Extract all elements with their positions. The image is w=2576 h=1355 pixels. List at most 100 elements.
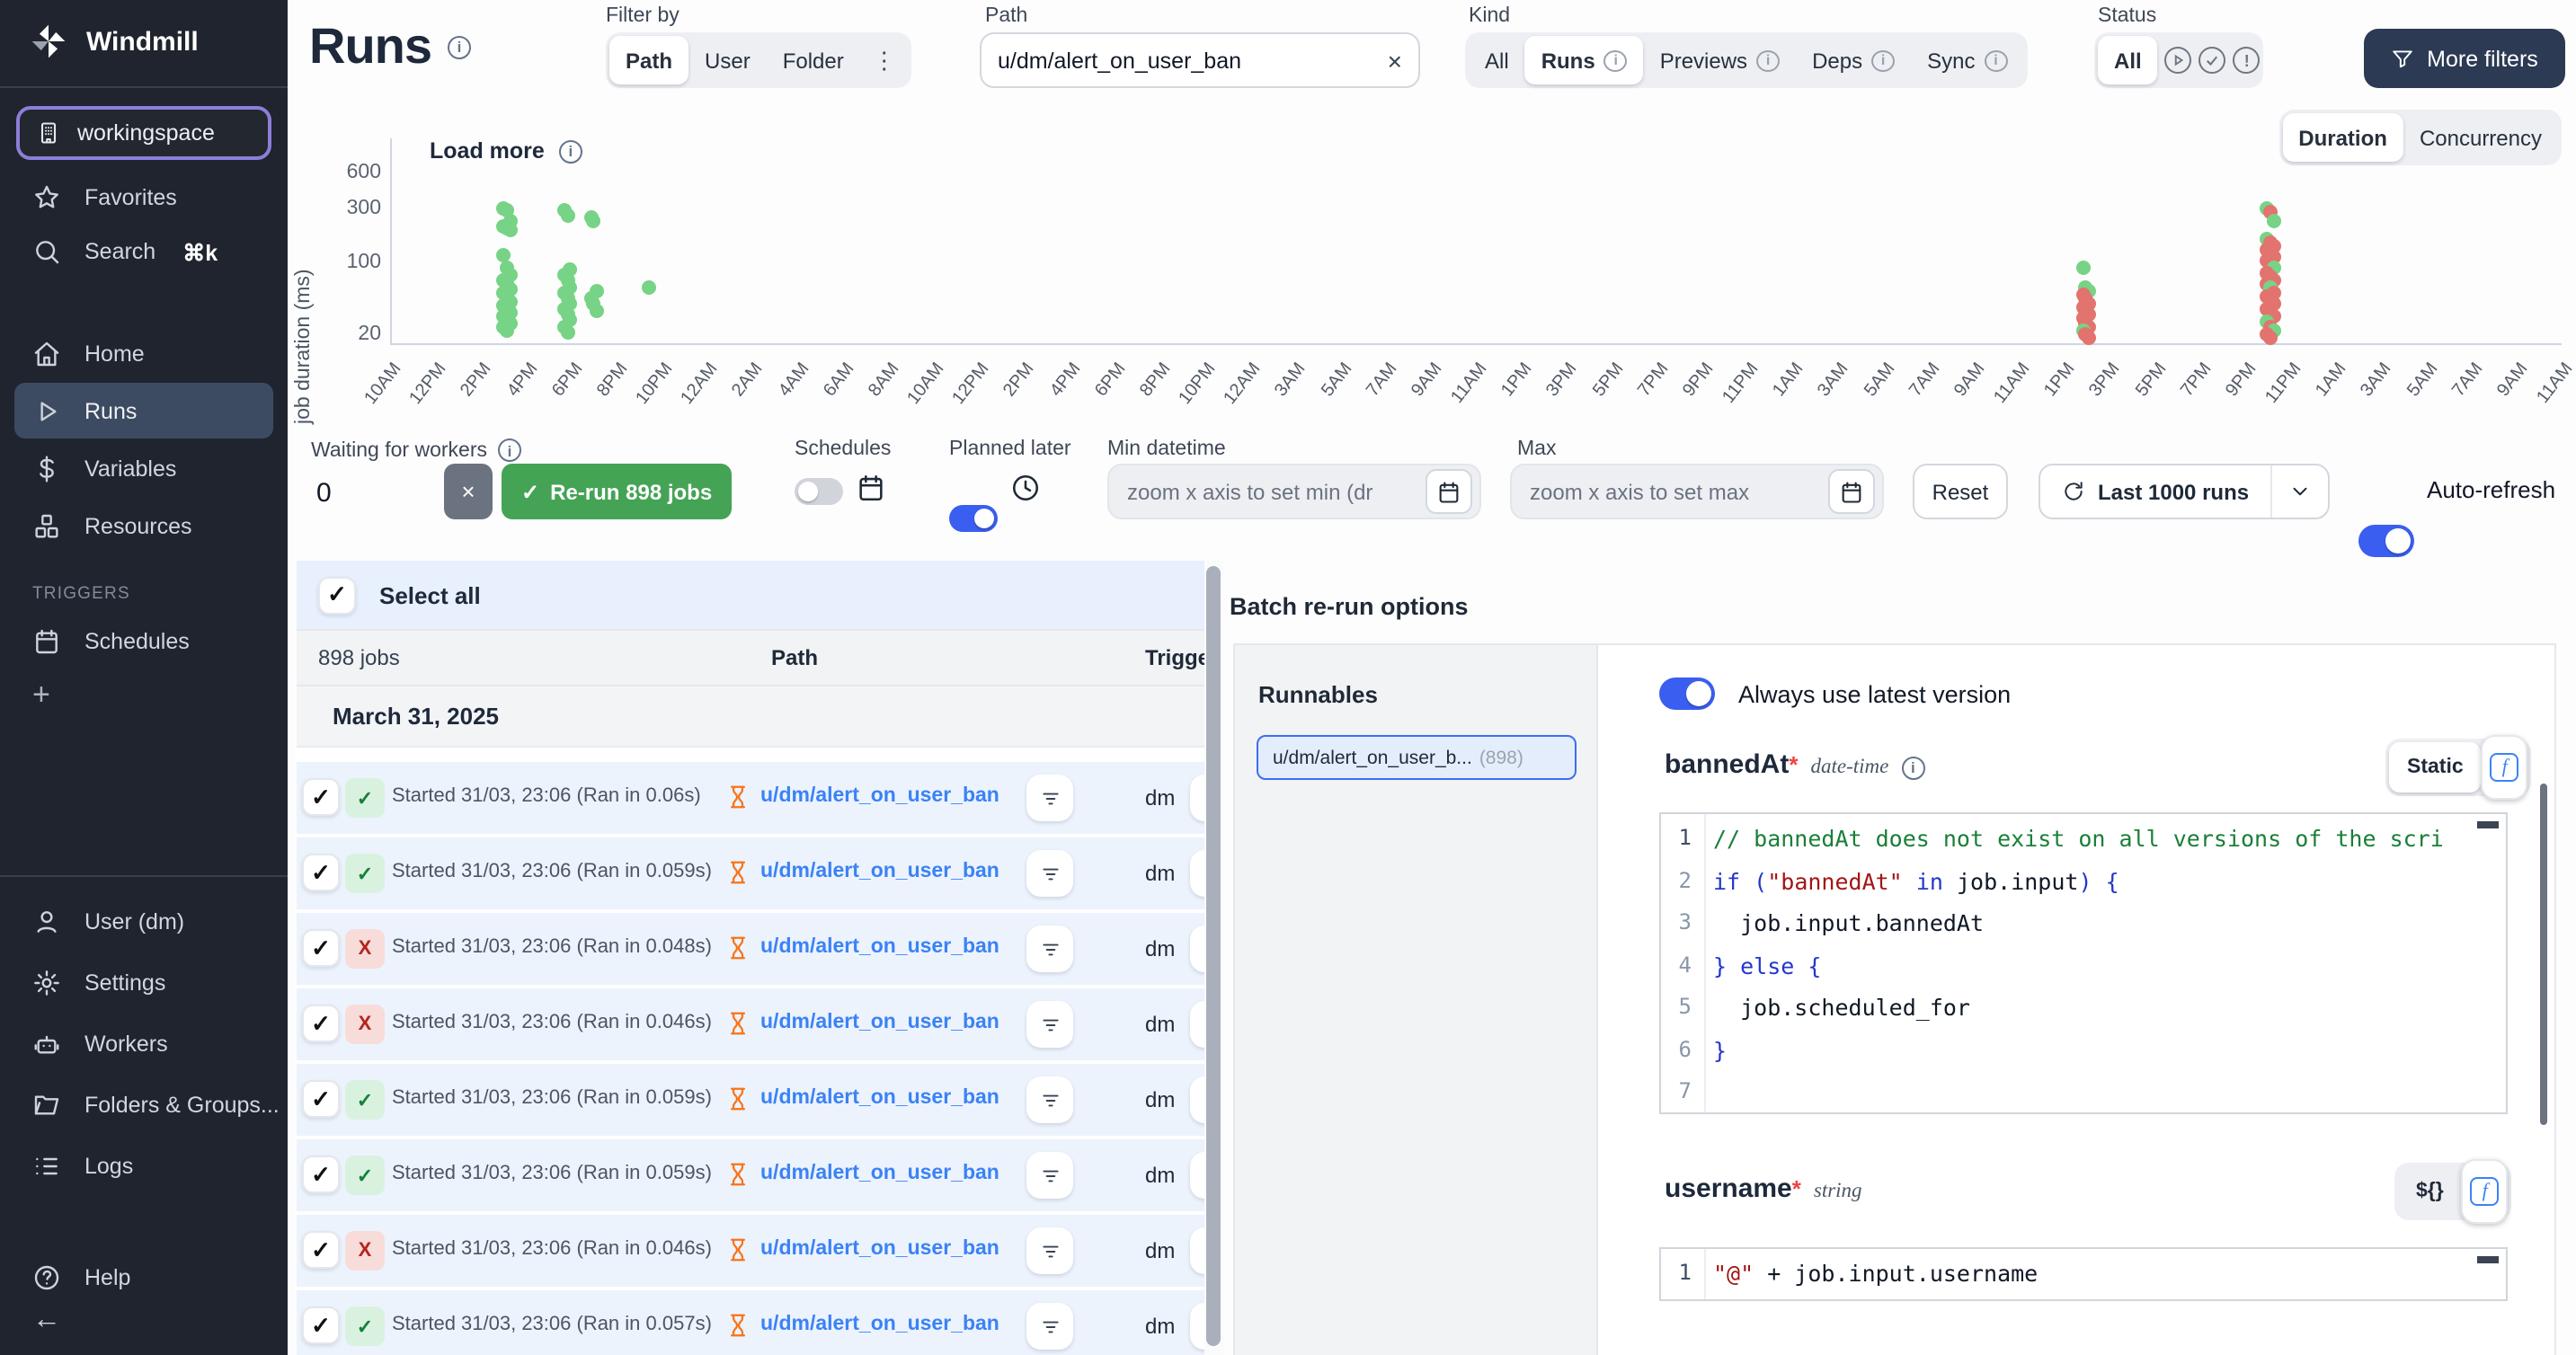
run-dot-success[interactable] <box>590 303 604 317</box>
row-checkbox[interactable]: ✓ <box>302 1080 340 1118</box>
run-dot-success[interactable] <box>2266 213 2280 227</box>
row-checkbox[interactable]: ✓ <box>302 778 340 816</box>
sidebar-item-runs[interactable]: Runs <box>14 383 273 438</box>
job-path-link[interactable]: u/dm/alert_on_user_ban <box>760 1087 999 1109</box>
job-path-link[interactable]: u/dm/alert_on_user_ban <box>760 1012 999 1033</box>
filter-by-more-icon[interactable]: ⋮ <box>860 46 909 75</box>
job-row[interactable]: ✓XStarted 31/03, 23:06 (Ran in 0.046s)u/… <box>297 988 1204 1060</box>
kind-deps-tab[interactable]: Deps <box>1796 36 1911 84</box>
filter-by-path-tab[interactable]: Path <box>609 36 688 84</box>
status-success-icon[interactable] <box>2199 47 2226 74</box>
filter-by-folder-tab[interactable]: Folder <box>767 36 860 84</box>
clear-path-icon[interactable]: × <box>1388 46 1402 75</box>
run-dot-success[interactable] <box>500 323 514 337</box>
sidebar-item-settings[interactable]: Settings <box>0 952 288 1014</box>
job-action-pill[interactable] <box>1190 1303 1204 1350</box>
planned-later-clock-icon[interactable] <box>1010 473 1041 503</box>
bannedat-code-editor[interactable]: 1234567 // bannedAt does not exist on al… <box>1659 812 2508 1114</box>
sidebar-item-logs[interactable]: Logs <box>0 1136 288 1197</box>
min-datetime-calendar-button[interactable] <box>1426 469 1472 514</box>
run-dot-failure[interactable] <box>2082 331 2096 345</box>
username-code-editor[interactable]: 1 "@" + job.input.username <box>1659 1247 2508 1301</box>
sidebar-item-favorites[interactable]: Favorites <box>0 171 288 225</box>
row-checkbox[interactable]: ✓ <box>302 1306 340 1344</box>
sidebar-item-search[interactable]: Search ⌘k <box>0 225 288 279</box>
cancel-selection-button[interactable]: × <box>444 464 493 519</box>
job-path-link[interactable]: u/dm/alert_on_user_ban <box>760 936 999 958</box>
more-filters-button[interactable]: More filters <box>2364 29 2565 88</box>
reset-button[interactable]: Reset <box>1913 464 2008 519</box>
job-action-pill[interactable] <box>1190 1227 1204 1274</box>
run-dot-failure[interactable] <box>2263 331 2278 345</box>
min-datetime-input[interactable]: zoom x axis to set min (dr <box>1107 464 1481 519</box>
kind-sync-tab[interactable]: Sync <box>1911 36 2023 84</box>
select-all-checkbox[interactable]: ✓ <box>318 576 356 614</box>
sidebar-item-folders-groups[interactable]: Folders & Groups... <box>0 1075 288 1136</box>
sidebar-item-workers[interactable]: Workers <box>0 1014 288 1075</box>
status-all-tab[interactable]: All <box>2098 36 2158 84</box>
schedules-calendar-icon[interactable] <box>856 473 886 503</box>
job-filter-button[interactable] <box>1026 925 1073 972</box>
max-datetime-input[interactable]: zoom x axis to set max <box>1510 464 1884 519</box>
job-path-link[interactable]: u/dm/alert_on_user_ban <box>760 785 999 807</box>
job-path-link[interactable]: u/dm/alert_on_user_ban <box>760 1314 999 1335</box>
job-row[interactable]: ✓XStarted 31/03, 23:06 (Ran in 0.046s)u/… <box>297 1215 1204 1287</box>
max-datetime-calendar-button[interactable] <box>1828 469 1875 514</box>
job-filter-button[interactable] <box>1026 1227 1073 1274</box>
job-action-pill[interactable] <box>1190 925 1204 972</box>
filter-by-user-tab[interactable]: User <box>688 36 767 84</box>
job-path-link[interactable]: u/dm/alert_on_user_ban <box>760 1163 999 1184</box>
status-failure-icon[interactable] <box>2234 47 2261 74</box>
job-action-pill[interactable] <box>1190 775 1204 821</box>
kind-sync-info-icon[interactable] <box>1984 49 2007 71</box>
job-path-link[interactable]: u/dm/alert_on_user_ban <box>760 1238 999 1260</box>
runnable-item[interactable]: u/dm/alert_on_user_b... (898) <box>1257 735 1577 780</box>
status-running-icon[interactable] <box>2165 47 2192 74</box>
run-dot-success[interactable] <box>502 224 517 238</box>
editor-code[interactable]: "@" + job.input.username <box>1704 1249 2506 1299</box>
chart-plot-area[interactable] <box>390 138 2562 345</box>
planned-later-toggle[interactable] <box>949 505 998 532</box>
editor-code[interactable]: // bannedAt does not exist on all versio… <box>1704 814 2506 1112</box>
run-dot-success[interactable] <box>643 281 657 296</box>
workspace-selector[interactable]: workingspace <box>16 106 271 160</box>
bannedat-info-icon[interactable] <box>1901 756 1924 779</box>
sidebar-item-home[interactable]: Home <box>0 325 288 381</box>
job-row[interactable]: ✓XStarted 31/03, 23:06 (Ran in 0.048s)u/… <box>297 913 1204 985</box>
job-row[interactable]: ✓✓Started 31/03, 23:06 (Ran in 0.059s)u/… <box>297 837 1204 909</box>
waiting-workers-info-icon[interactable] <box>498 438 521 462</box>
job-action-pill[interactable] <box>1190 1076 1204 1123</box>
username-template-button[interactable]: ${} <box>2398 1166 2462 1217</box>
auto-refresh-toggle[interactable] <box>2358 525 2414 557</box>
runs-info-icon[interactable] <box>448 35 471 58</box>
sidebar-item-help[interactable]: Help <box>0 1251 288 1305</box>
kind-all-tab[interactable]: All <box>1469 36 1525 84</box>
run-dot-success[interactable] <box>561 208 575 223</box>
kind-deps-info-icon[interactable] <box>1871 49 1895 71</box>
job-row[interactable]: ✓✓Started 31/03, 23:06 (Ran in 0.06s)u/d… <box>297 762 1204 834</box>
always-latest-toggle[interactable] <box>1659 678 1715 710</box>
job-path-link[interactable]: u/dm/alert_on_user_ban <box>760 861 999 882</box>
row-checkbox[interactable]: ✓ <box>302 1156 340 1193</box>
run-dot-success[interactable] <box>587 214 601 228</box>
username-javascript-button[interactable]: f <box>2462 1159 2509 1224</box>
kind-runs-info-icon[interactable] <box>1604 49 1628 71</box>
job-filter-button[interactable] <box>1026 1076 1073 1123</box>
rerun-jobs-button[interactable]: ✓ Re-run 898 jobs <box>502 464 732 519</box>
run-dot-success[interactable] <box>2075 260 2090 274</box>
run-dot-success[interactable] <box>561 325 575 340</box>
kind-runs-tab[interactable]: Runs <box>1525 36 1644 84</box>
job-row[interactable]: ✓✓Started 31/03, 23:06 (Ran in 0.057s)u/… <box>297 1290 1204 1355</box>
sidebar-item-variables[interactable]: Variables <box>0 440 288 496</box>
job-action-pill[interactable] <box>1190 850 1204 897</box>
run-dot-success[interactable] <box>497 248 511 262</box>
job-action-pill[interactable] <box>1190 1001 1204 1048</box>
kind-previews-info-icon[interactable] <box>1756 49 1780 71</box>
job-filter-button[interactable] <box>1026 1001 1073 1048</box>
sidebar-item-resources[interactable]: Resources <box>0 498 288 554</box>
bannedat-javascript-button[interactable]: f <box>2482 735 2528 800</box>
job-filter-button[interactable] <box>1026 850 1073 897</box>
job-row[interactable]: ✓✓Started 31/03, 23:06 (Ran in 0.059s)u/… <box>297 1139 1204 1211</box>
last-runs-dropdown-button[interactable] <box>2270 465 2328 518</box>
row-checkbox[interactable]: ✓ <box>302 1231 340 1269</box>
